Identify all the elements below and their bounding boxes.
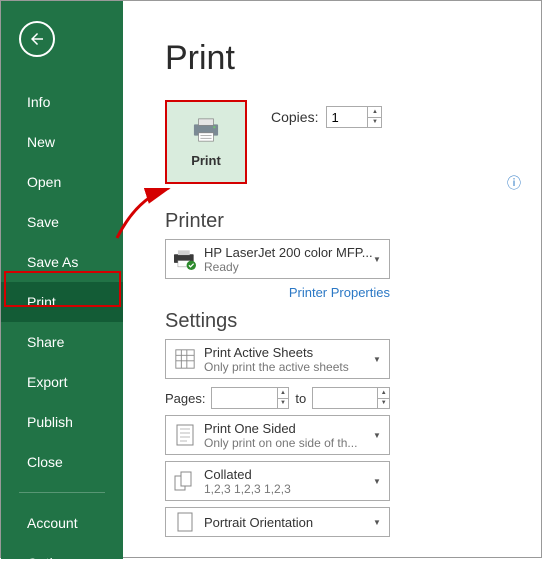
print-backstage-main: Print Print Copies: ▲ ▼	[123, 1, 541, 557]
copies-up[interactable]: ▲	[367, 107, 381, 118]
sided-selector[interactable]: Print One Sided Only print on one side o…	[165, 415, 390, 455]
chevron-down-icon: ▼	[373, 518, 389, 527]
print-what-title: Print Active Sheets	[204, 345, 373, 360]
sidebar-item-publish[interactable]: Publish	[1, 402, 123, 442]
collated-sub: 1,2,3 1,2,3 1,2,3	[204, 482, 373, 496]
print-what-selector[interactable]: Print Active Sheets Only print the activ…	[165, 339, 390, 379]
sidebar-item-open[interactable]: Open	[1, 162, 123, 202]
collated-selector[interactable]: Collated 1,2,3 1,2,3 1,2,3 ▼	[165, 461, 390, 501]
sidebar-item-options[interactable]: Options	[1, 543, 123, 583]
copies-down[interactable]: ▼	[367, 118, 381, 128]
back-button[interactable]	[19, 21, 55, 57]
page-single-icon	[166, 416, 204, 454]
sidebar-item-saveas[interactable]: Save As	[1, 242, 123, 282]
print-what-sub: Only print the active sheets	[204, 360, 373, 374]
print-button[interactable]: Print	[165, 100, 247, 184]
printer-name: HP LaserJet 200 color MFP...	[204, 245, 373, 260]
printer-heading: Printer	[165, 210, 224, 233]
copies-spinbox[interactable]: ▲ ▼	[326, 106, 382, 128]
collated-title: Collated	[204, 467, 373, 482]
back-arrow-icon	[28, 30, 46, 48]
settings-heading: Settings	[165, 310, 521, 333]
chevron-down-icon: ▼	[373, 431, 389, 440]
chevron-down-icon: ▼	[373, 355, 389, 364]
page-title: Print	[165, 39, 521, 78]
pages-from-up[interactable]: ▲	[277, 388, 289, 399]
collated-icon	[166, 462, 204, 500]
printer-selector[interactable]: HP LaserJet 200 color MFP... Ready ▼	[165, 239, 390, 279]
pages-from-spinbox[interactable]: ▲▼	[211, 387, 289, 409]
copies-label: Copies:	[271, 109, 318, 125]
sidebar-item-print[interactable]: Print	[1, 282, 123, 322]
printer-properties-link[interactable]: Printer Properties	[165, 285, 390, 300]
portrait-icon	[166, 508, 204, 536]
printer-info-icon[interactable]: ⓘ	[507, 173, 521, 193]
sidebar-item-new[interactable]: New	[1, 122, 123, 162]
print-button-label: Print	[191, 153, 221, 168]
sheets-icon	[166, 340, 204, 378]
pages-to-up[interactable]: ▲	[377, 388, 389, 399]
pages-to-label: to	[295, 391, 306, 406]
printer-status-icon	[166, 240, 204, 278]
orientation-title: Portrait Orientation	[204, 515, 373, 530]
pages-to-input[interactable]	[313, 388, 377, 408]
sided-sub: Only print on one side of th...	[204, 436, 373, 450]
sidebar-item-save[interactable]: Save	[1, 202, 123, 242]
printer-icon	[191, 117, 221, 143]
sidebar-item-info[interactable]: Info	[1, 82, 123, 122]
sidebar-item-export[interactable]: Export	[1, 362, 123, 402]
sidebar-separator	[19, 492, 105, 493]
pages-from-input[interactable]	[212, 388, 276, 408]
backstage-sidebar: Info New Open Save Save As Print Share E…	[1, 1, 123, 559]
copies-input[interactable]	[327, 107, 367, 127]
orientation-selector[interactable]: Portrait Orientation ▼	[165, 507, 390, 537]
sidebar-item-share[interactable]: Share	[1, 322, 123, 362]
chevron-down-icon: ▼	[373, 255, 389, 264]
pages-to-down[interactable]: ▼	[377, 399, 389, 409]
sidebar-item-close[interactable]: Close	[1, 442, 123, 482]
chevron-down-icon: ▼	[373, 477, 389, 486]
printer-status: Ready	[204, 260, 373, 274]
pages-label: Pages:	[165, 391, 205, 406]
sided-title: Print One Sided	[204, 421, 373, 436]
pages-from-down[interactable]: ▼	[277, 399, 289, 409]
sidebar-item-account[interactable]: Account	[1, 503, 123, 543]
pages-to-spinbox[interactable]: ▲▼	[312, 387, 390, 409]
